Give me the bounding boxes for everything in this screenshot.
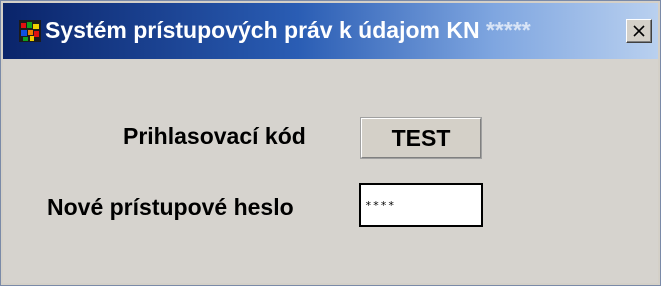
- close-button[interactable]: [626, 19, 652, 43]
- close-icon: [633, 25, 645, 37]
- app-icon: [19, 20, 41, 42]
- login-code-label: Prihlasovací kód: [123, 123, 306, 149]
- window-title: Systém prístupových práv k údajom KN ***…: [45, 17, 531, 44]
- window-title-text: Systém prístupových práv k údajom KN: [45, 17, 480, 43]
- login-code-value: TEST: [360, 117, 482, 159]
- title-bar[interactable]: Systém prístupových práv k údajom KN ***…: [3, 3, 658, 59]
- login-dialog-window: Systém prístupových práv k údajom KN ***…: [0, 0, 661, 286]
- new-password-input[interactable]: [359, 183, 483, 227]
- window-title-suffix: *****: [485, 17, 531, 43]
- new-password-label: Nové prístupové heslo: [47, 194, 294, 220]
- dialog-body: Prihlasovací kód TEST Nové prístupové he…: [3, 59, 658, 283]
